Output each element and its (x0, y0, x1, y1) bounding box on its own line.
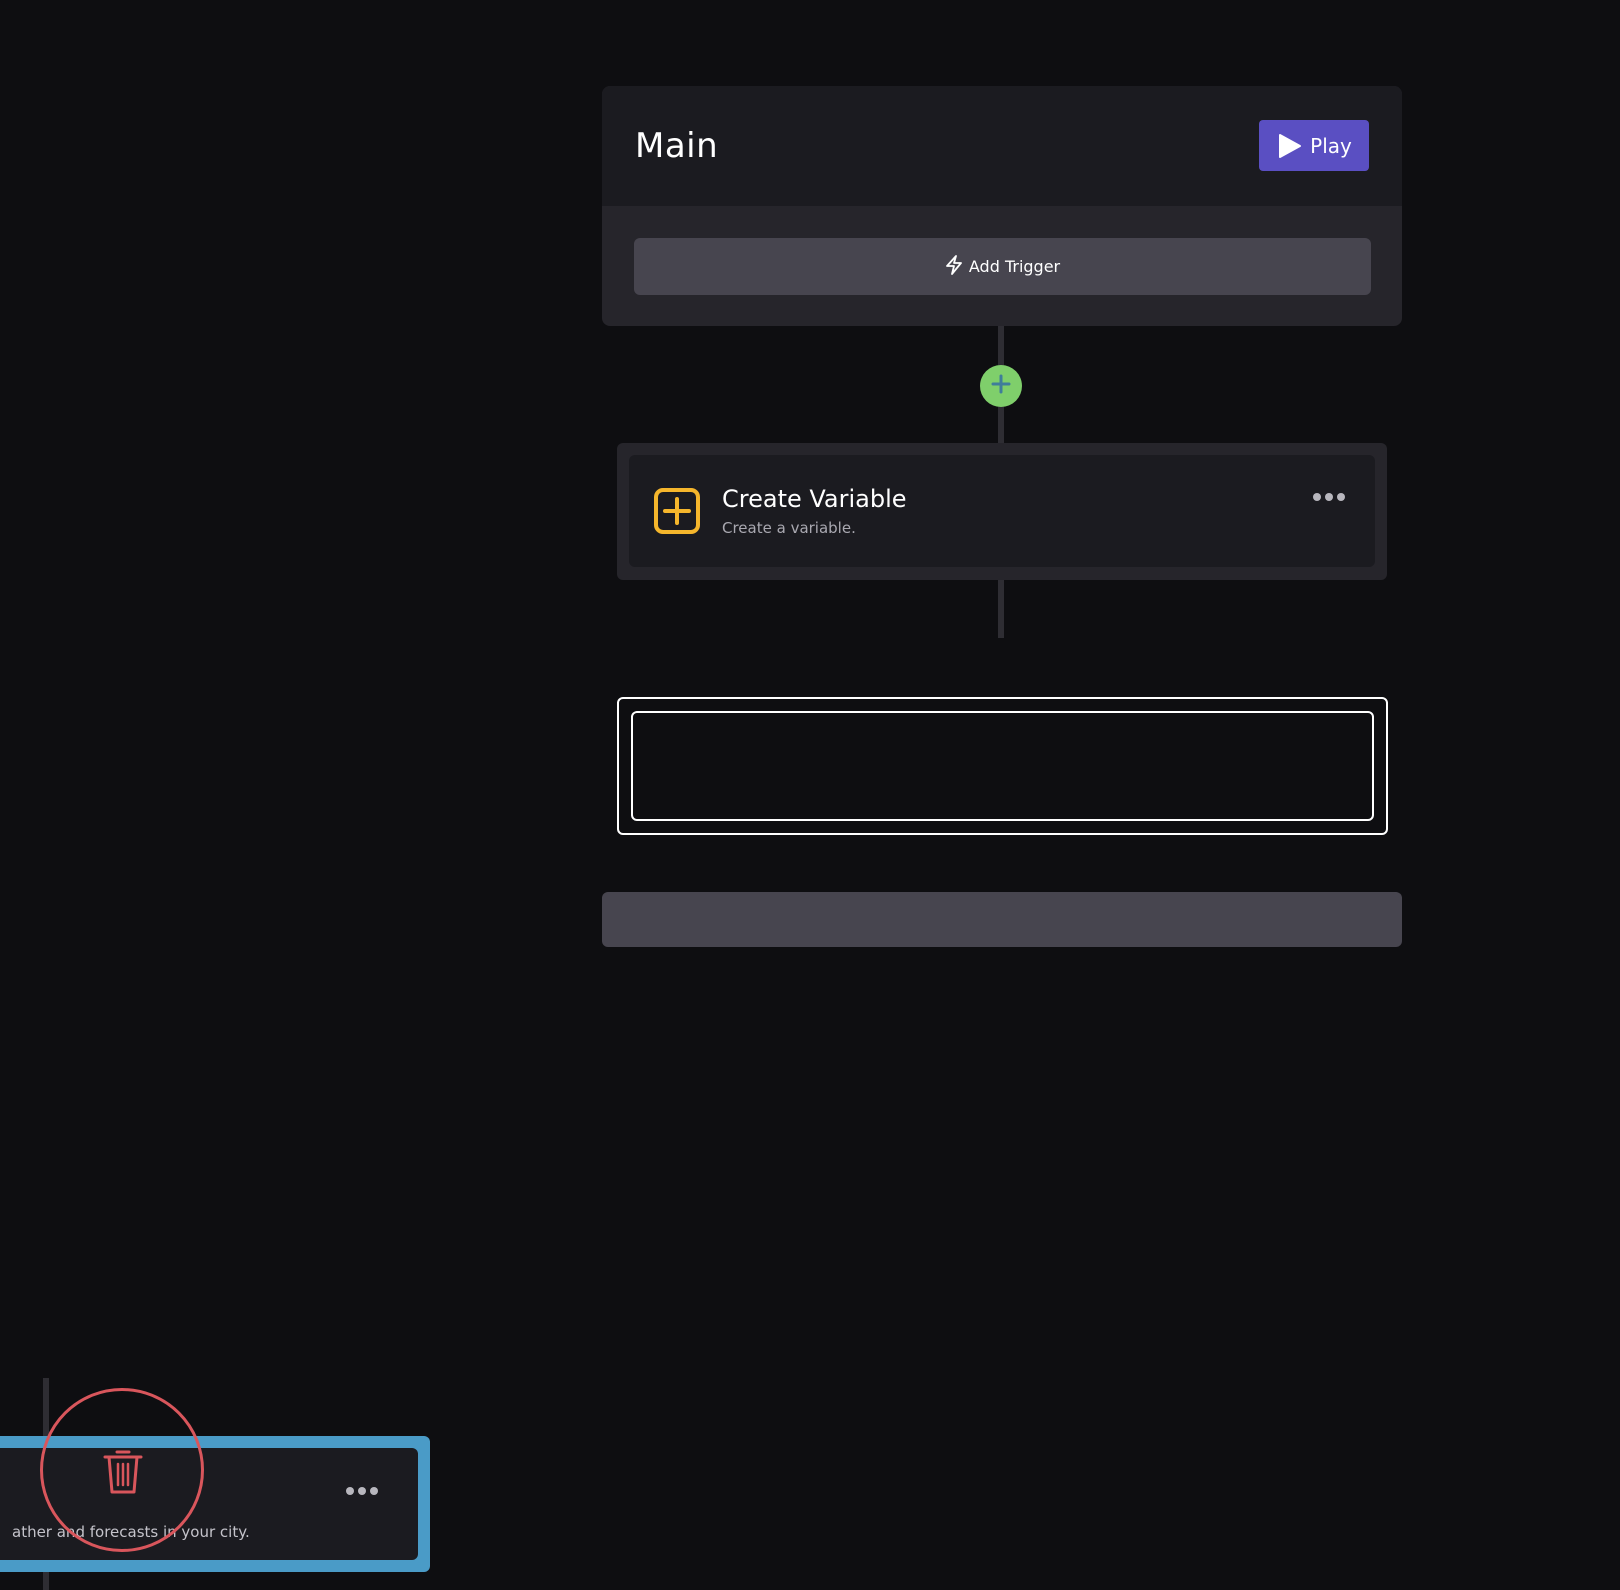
plus-square-icon (653, 487, 701, 535)
flow-connector (43, 1378, 49, 1436)
create-variable-step[interactable]: Create Variable Create a variable. (629, 455, 1375, 567)
add-step-button[interactable] (980, 365, 1022, 407)
step-title: Create Variable (722, 485, 907, 513)
play-icon (1276, 133, 1302, 159)
add-step-bar[interactable] (602, 892, 1402, 947)
drop-zone[interactable] (617, 697, 1388, 835)
add-trigger-label: Add Trigger (968, 257, 1061, 276)
step-container: Create Variable Create a variable. (617, 443, 1387, 580)
flow-canvas: Main Play Add Trigger Create Variable Cr… (0, 0, 1620, 1590)
main-flow-header: Main Play (602, 86, 1402, 206)
flow-connector (43, 1572, 49, 1590)
step-subtitle: Create a variable. (722, 519, 856, 537)
trash-icon[interactable] (102, 1449, 144, 1495)
play-button[interactable]: Play (1259, 120, 1369, 171)
more-horizontal-icon[interactable] (344, 1483, 380, 1497)
main-flow-panel: Main Play Add Trigger (602, 86, 1402, 326)
flow-connector (998, 580, 1004, 638)
more-horizontal-icon[interactable] (1311, 489, 1347, 503)
plus-icon (990, 373, 1012, 399)
lightning-icon (945, 254, 963, 279)
play-button-label: Play (1310, 133, 1352, 158)
drop-zone-inner (631, 711, 1374, 821)
add-trigger-button[interactable]: Add Trigger (634, 238, 1371, 295)
page-title: Main (635, 126, 719, 166)
